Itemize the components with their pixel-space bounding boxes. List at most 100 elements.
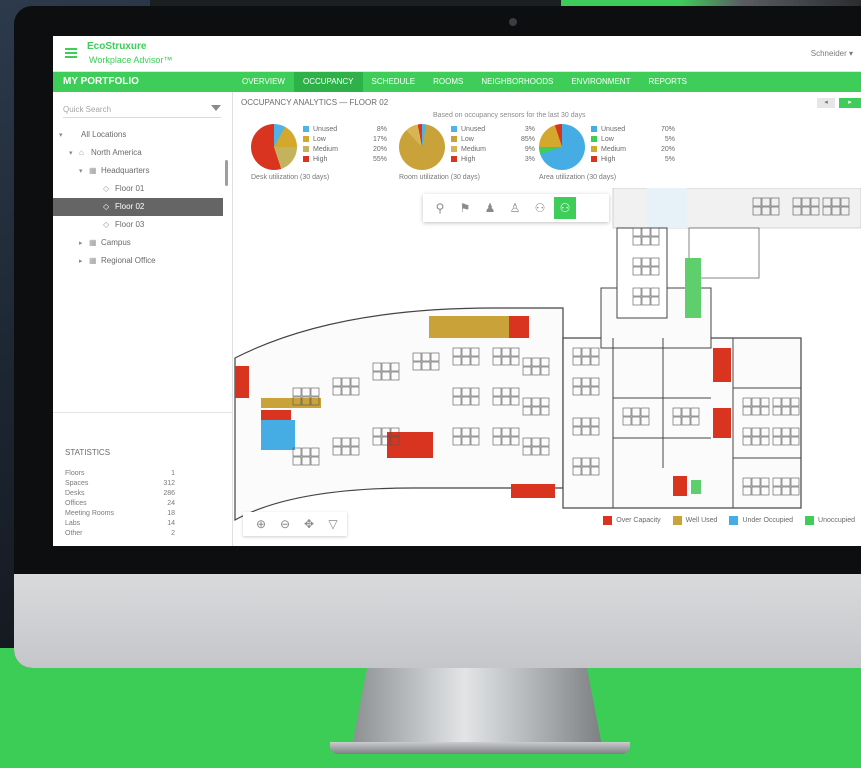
map-legend-label: Well Used	[685, 517, 718, 524]
zoom-out-icon[interactable]: ⊖	[273, 517, 297, 531]
tree-item-label: Floor 01	[115, 184, 145, 193]
camera	[509, 18, 517, 26]
person-icon[interactable]: ⚲	[429, 197, 451, 219]
team-icon[interactable]: ⚇	[529, 197, 551, 219]
tab-reports[interactable]: REPORTS	[639, 72, 696, 92]
breadcrumb: OCCUPANCY ANALYTICS — FLOOR 02	[241, 98, 389, 107]
search-input[interactable]: Quick Search	[63, 105, 111, 114]
walk-icon[interactable]: ♙	[504, 197, 526, 219]
utilization-pie-chart[interactable]: Unused 70% Low 5% Medium 20% High 5% Area utiliz…	[539, 124, 689, 186]
pie-caption: Area utilization (30 days)	[539, 174, 617, 181]
expand-toggle-icon[interactable]: ▾	[79, 163, 89, 181]
legend-label: Medium	[601, 145, 626, 153]
legend-swatch	[591, 136, 597, 142]
location-icon: ◇	[103, 220, 110, 229]
statistics-title: STATISTICS	[65, 448, 111, 457]
main-nav: OVERVIEW OCCUPANCY SCHEDULE ROOMS NEIGHBORHO…	[233, 72, 861, 92]
group-icon[interactable]: ⚑	[454, 197, 476, 219]
tree-scrollbar[interactable]	[225, 160, 228, 186]
tree-item[interactable]: ◇ Floor 01	[53, 180, 223, 198]
tab-overview[interactable]: OVERVIEW	[233, 72, 294, 92]
legend-label: High	[313, 155, 328, 163]
pie-caption: Desk utilization (30 days)	[251, 174, 330, 181]
tree-item[interactable]: ◇ Floor 03	[53, 216, 223, 234]
legend-swatch	[303, 126, 309, 132]
room-red-g	[673, 476, 687, 496]
tree-item-label: Floor 02	[115, 202, 145, 211]
legend-label: Low	[461, 135, 474, 143]
map-legend: Over Capacity Well Used Under Occupied Unoc…	[591, 516, 855, 525]
room-red-strip	[261, 410, 291, 420]
pan-icon[interactable]: ✥	[297, 517, 321, 531]
filter-icon[interactable]: ▽	[321, 517, 345, 531]
tree-item-label: Floor 03	[115, 220, 145, 229]
expand-toggle-icon[interactable]: ▾	[69, 145, 79, 163]
user-menu[interactable]: Schneider ▾	[811, 49, 853, 58]
tab-rooms[interactable]: ROOMS	[424, 72, 472, 92]
stat-value: 286	[163, 490, 175, 497]
room-gold-large	[429, 316, 513, 338]
tree-item[interactable]: ▾ ▦ Headquarters	[53, 162, 223, 180]
heatmap-icon[interactable]: ⚇	[554, 197, 576, 219]
legend-swatch	[303, 146, 309, 152]
expand-toggle-icon[interactable]: ▸	[79, 253, 89, 271]
tab-occupancy[interactable]: OCCUPANCY	[293, 72, 363, 92]
tree-item-label: Regional Office	[101, 256, 156, 265]
tab-neighborhoods[interactable]: NEIGHBORHOODS	[472, 72, 562, 92]
location-icon: ▦	[89, 166, 97, 175]
meeting-icon[interactable]: ♟	[479, 197, 501, 219]
tree-item-label: Campus	[101, 238, 131, 247]
expand-toggle-icon[interactable]: ▸	[79, 235, 89, 253]
stat-row: Offices 24	[65, 500, 175, 510]
map-legend-label: Over Capacity	[616, 517, 661, 524]
portfolio-header[interactable]: MY PORTFOLIO	[53, 72, 233, 92]
tree-item-label: Headquarters	[101, 166, 150, 175]
location-tree: ▾ All Locations ▾ ⌂ North America ▾ ▦ Headquart…	[53, 126, 223, 270]
room-red-b	[713, 348, 731, 382]
tree-item[interactable]: ▾ All Locations	[53, 126, 223, 144]
expand-toggle-icon[interactable]: ▾	[59, 127, 69, 145]
tab-environment[interactable]: ENVIRONMENT	[562, 72, 639, 92]
hamburger-menu-icon[interactable]	[65, 48, 77, 58]
primary-button[interactable]: ▸	[839, 98, 861, 108]
legend-row: Unused 3%	[451, 124, 546, 134]
location-icon: ⌂	[79, 148, 84, 157]
stat-label: Desks	[65, 490, 85, 497]
tree-item[interactable]: ◇ Floor 02	[53, 198, 223, 216]
tree-item[interactable]: ▸ ▦ Regional Office	[53, 252, 223, 270]
legend-label: Low	[601, 135, 614, 143]
view-toolbar: ⚲ ⚑ ♟ ♙ ⚇ ⚇	[423, 194, 609, 222]
utilization-pie-chart[interactable]: Unused 8% Low 17% Medium 20% High 55% Desk utili…	[251, 124, 401, 186]
secondary-button[interactable]: ◂	[817, 98, 835, 108]
filter-icon[interactable]	[211, 105, 221, 111]
utilization-pie-chart[interactable]: Unused 3% Low 85% Medium 9% High 3% Room utiliza…	[399, 124, 549, 186]
stat-label: Spaces	[65, 480, 89, 487]
legend-label: Medium	[313, 145, 338, 153]
stat-label: Labs	[65, 520, 81, 527]
map-legend-item: Over Capacity	[603, 516, 661, 525]
stat-label: Other	[65, 530, 83, 537]
location-icon: ◇	[103, 202, 110, 211]
tab-schedule[interactable]: SCHEDULE	[363, 72, 425, 92]
legend-value: 5%	[664, 155, 675, 163]
zoom-toolbar: ⊕ ⊖ ✥ ▽	[243, 512, 347, 536]
legend-swatch	[451, 146, 457, 152]
tree-item[interactable]: ▸ ▦ Campus	[53, 234, 223, 252]
map-legend-label: Under Occupied	[742, 517, 794, 524]
zoom-in-icon[interactable]: ⊕	[249, 517, 273, 531]
stat-value: 18	[167, 510, 175, 517]
legend-row: Low 85%	[451, 134, 546, 144]
legend-row: Medium 9%	[451, 144, 546, 154]
legend-value: 20%	[372, 145, 387, 153]
stat-value: 1	[171, 470, 175, 477]
floor-plan[interactable]	[233, 188, 861, 546]
legend-value: 17%	[372, 135, 387, 143]
search-field[interactable]: Quick Search	[63, 102, 221, 118]
pie-legend: Unused 70% Low 5% Medium 20% High 5%	[591, 124, 686, 164]
legend-row: Unused 70%	[591, 124, 686, 134]
legend-label: Medium	[461, 145, 486, 153]
tree-item[interactable]: ▾ ⌂ North America	[53, 144, 223, 162]
brand-subtitle: Workplace Advisor™	[89, 55, 173, 65]
left-panel: Quick Search ▾ All Locations ▾ ⌂ North Ameri…	[53, 92, 233, 546]
legend-row: Low 17%	[303, 134, 398, 144]
